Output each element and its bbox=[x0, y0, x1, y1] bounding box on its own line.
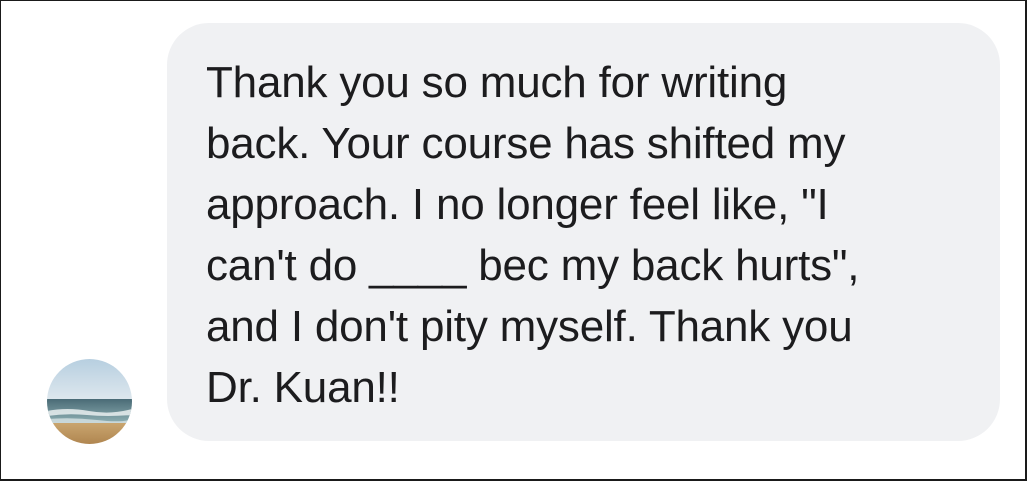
avatar[interactable] bbox=[47, 359, 132, 444]
beach-photo-avatar-icon bbox=[47, 359, 132, 444]
message-text: Thank you so much for writing back. Your… bbox=[206, 58, 860, 412]
